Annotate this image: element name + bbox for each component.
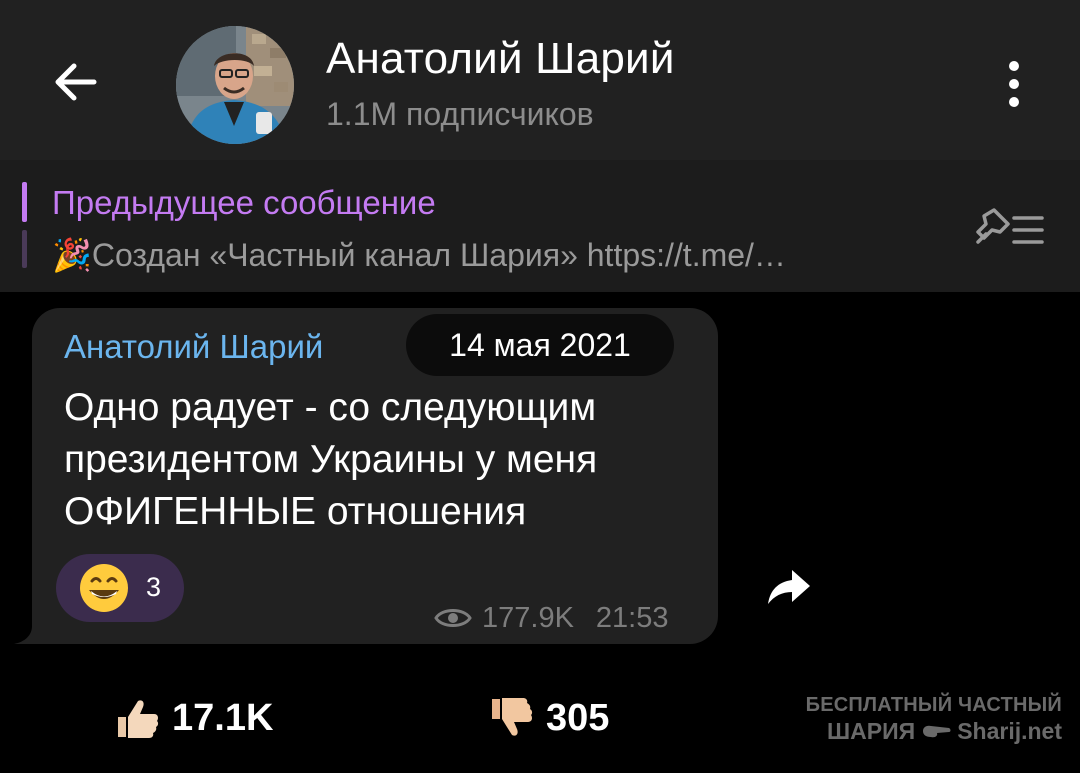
thumbs-up-icon	[118, 700, 159, 738]
party-popper-icon: 🎉	[52, 237, 92, 273]
dislike-count: 305	[546, 696, 610, 739]
watermark: БЕСПЛАТНЫЙ ЧАСТНЫЙ ШАРИЯ Sharij.net	[802, 692, 1062, 744]
reaction-chip[interactable]	[56, 554, 184, 622]
date-badge: 14 мая 2021	[406, 314, 674, 376]
message-line: Одно радует - со следующим	[64, 386, 597, 429]
share-forward-icon	[768, 570, 810, 604]
more-vertical-icon	[1009, 61, 1019, 71]
pinned-indicator-active	[22, 182, 27, 222]
subscriber-count: 1.1M подписчиков	[326, 96, 594, 132]
pinned-message-bar[interactable]: Предыдущее сообщение 🎉Создан «Частный ка…	[0, 160, 1080, 292]
arrow-left-icon	[55, 63, 97, 101]
pinned-title: Предыдущее сообщение	[52, 184, 436, 221]
dislike-button[interactable]: 305	[486, 690, 609, 746]
thumbs-down-icon	[492, 698, 533, 736]
watermark-name: ШАРИЯ	[827, 718, 916, 744]
watermark-site: Sharij.net	[957, 718, 1062, 744]
message-meta: 177.9K 21:53	[434, 600, 669, 636]
forward-button[interactable]	[762, 560, 816, 614]
like-count: 17.1K	[172, 696, 274, 739]
channel-avatar[interactable]	[176, 26, 294, 144]
message-text: Одно радует - со следующим президентом У…	[64, 382, 704, 538]
pinned-preview-text: Создан «Частный канал Шария» https://t.m…	[91, 237, 786, 273]
like-button[interactable]: 17.1K	[112, 690, 273, 746]
eye-icon	[434, 609, 472, 627]
pointing-hand-icon	[923, 725, 951, 738]
watermark-line-2: ШАРИЯ Sharij.net	[802, 718, 1062, 744]
message-sender[interactable]: Анатолий Шарий	[64, 328, 323, 366]
avatar-photo	[176, 26, 294, 144]
watermark-line-1: БЕСПЛАТНЫЙ ЧАСТНЫЙ	[805, 694, 1062, 716]
message-line: ОФИГЕННЫЕ отношения	[64, 490, 527, 533]
back-button[interactable]	[44, 50, 108, 114]
pinned-indicator-inactive	[22, 230, 27, 268]
reaction-count: 3	[146, 572, 162, 602]
bubble-tail	[14, 612, 54, 644]
pinned-list-icon	[976, 208, 1044, 244]
grinning-face-icon	[80, 564, 128, 612]
message-time: 21:53	[595, 601, 669, 634]
pinned-list-button[interactable]	[970, 200, 1050, 260]
message-line: президентом Украины у меня	[64, 438, 598, 481]
channel-title[interactable]: Анатолий Шарий	[326, 34, 675, 84]
pinned-preview: 🎉Создан «Частный канал Шария» https://t.…	[52, 236, 962, 274]
more-menu-button[interactable]	[992, 54, 1036, 114]
chat-header: Анатолий Шарий 1.1M подписчиков	[0, 0, 1080, 160]
view-count: 177.9K	[482, 601, 574, 634]
